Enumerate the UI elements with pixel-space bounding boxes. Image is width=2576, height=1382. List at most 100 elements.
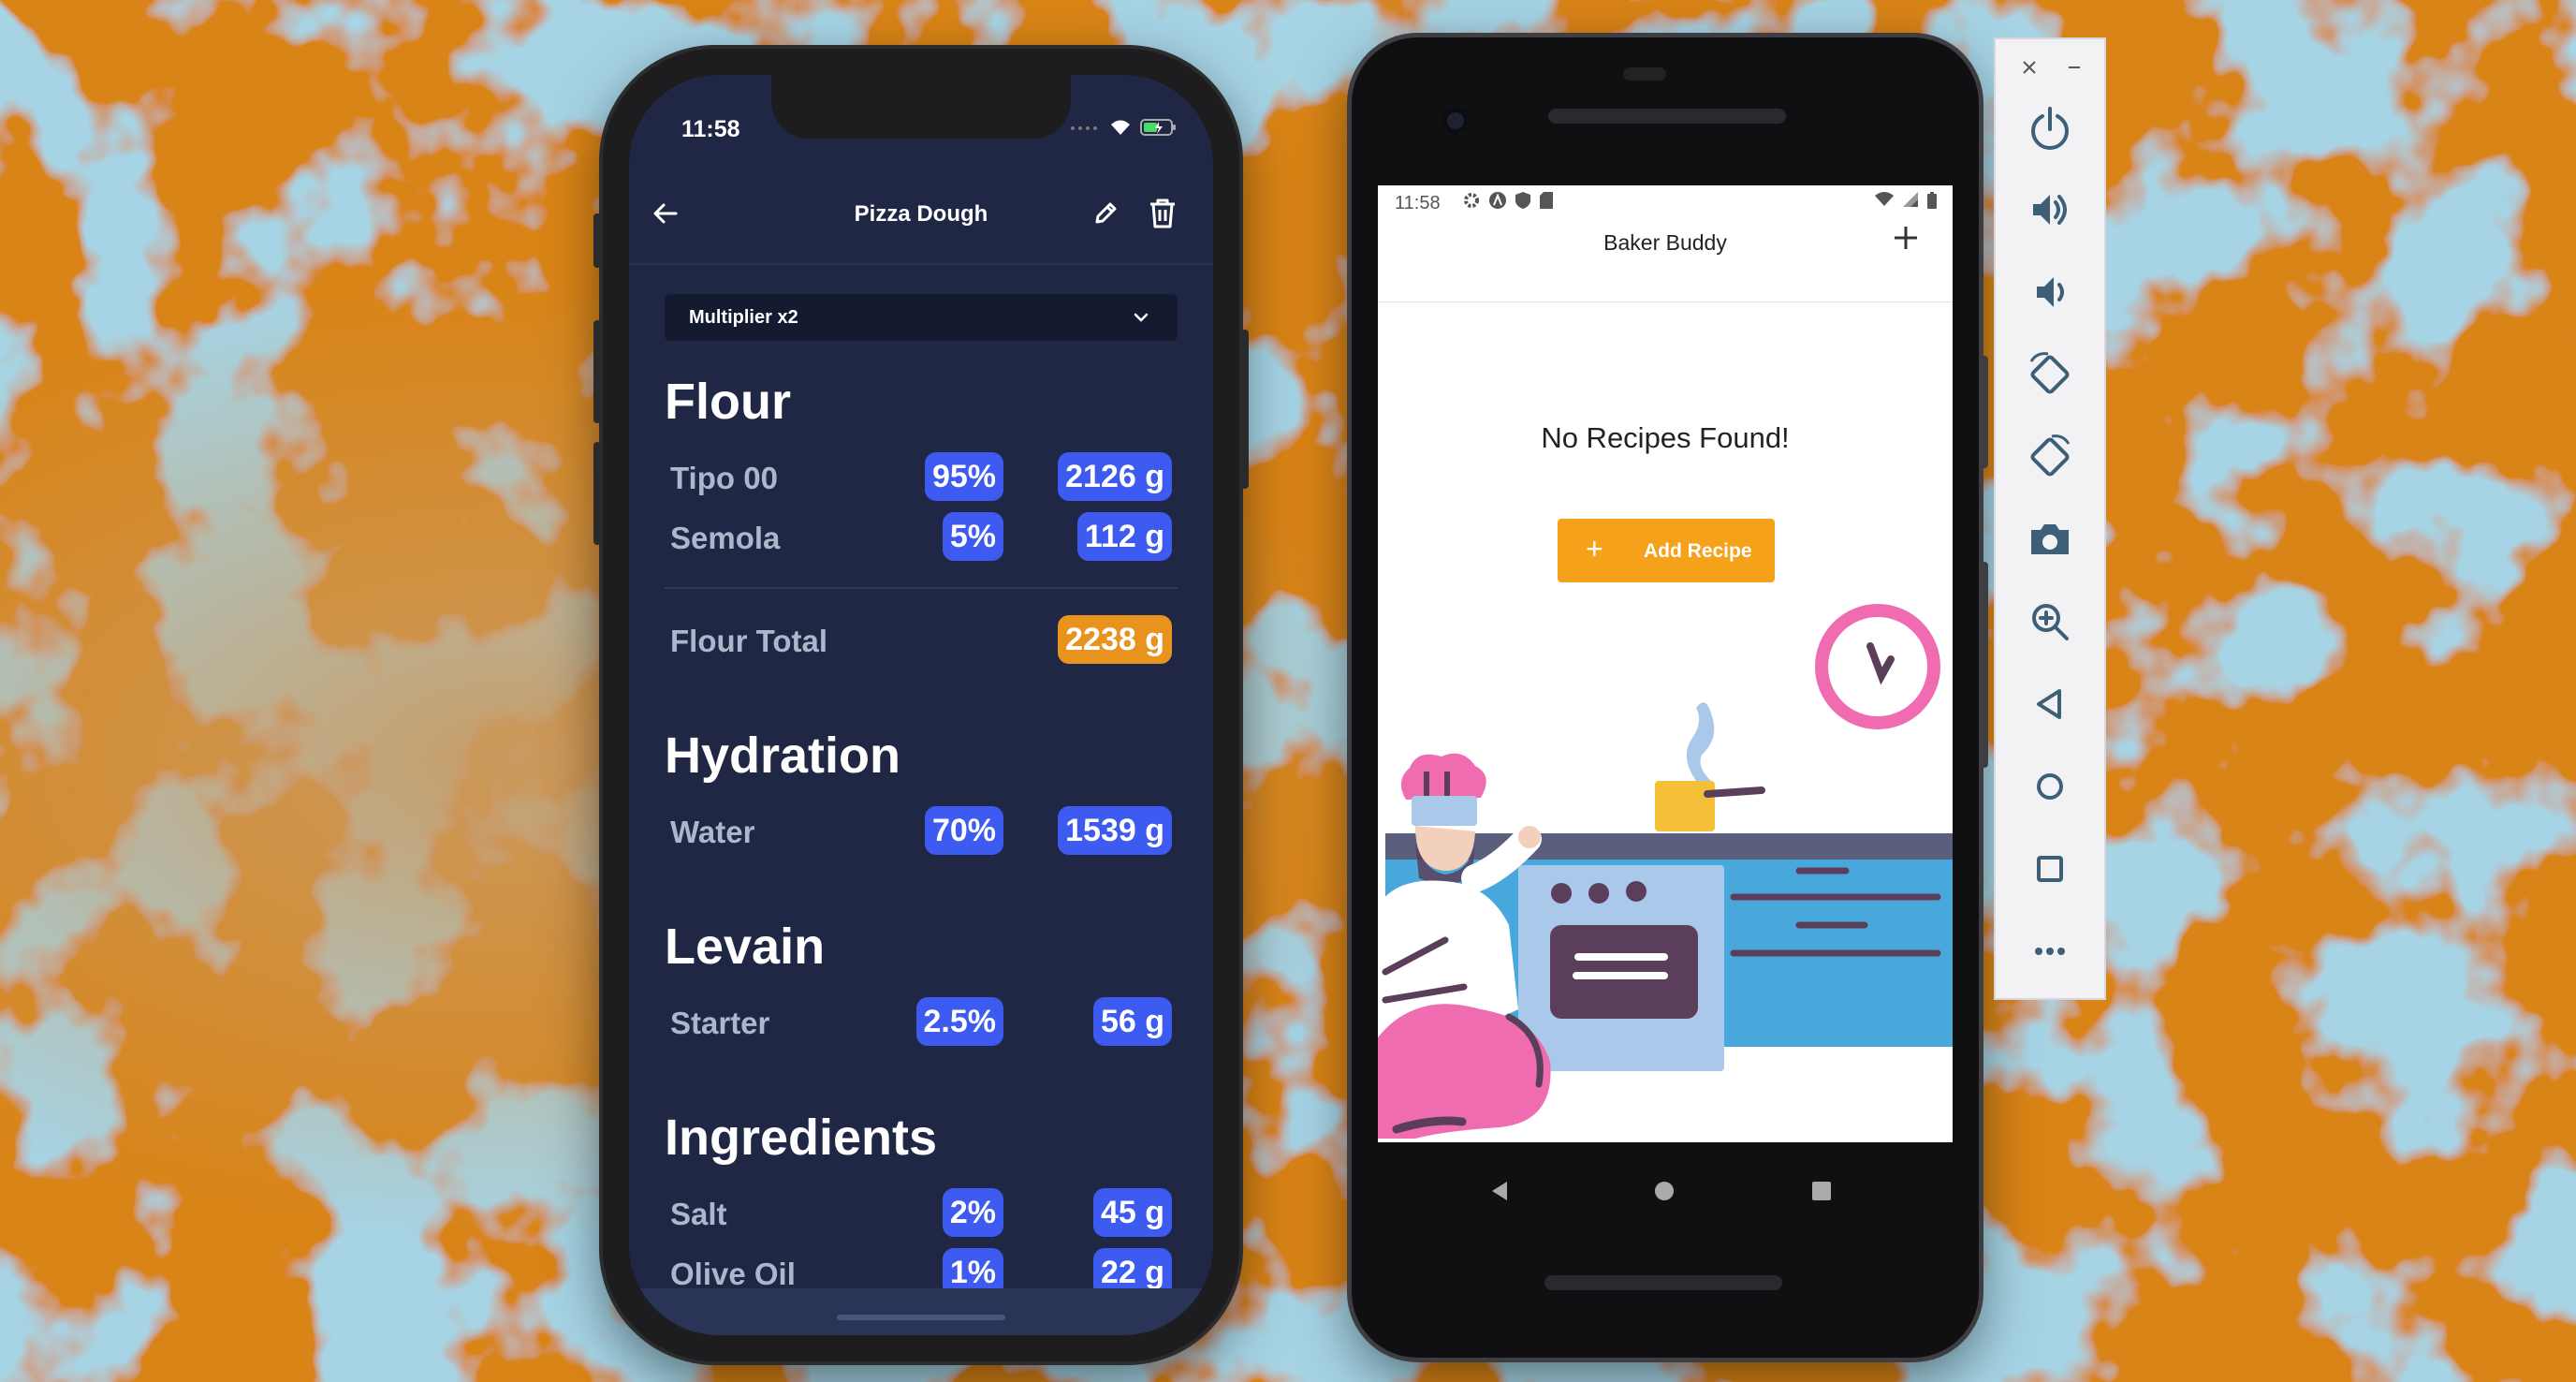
- emulator-toolbar: [1994, 37, 2106, 1000]
- signal-icon: [1071, 126, 1097, 130]
- multiplier-select[interactable]: Multiplier x2: [665, 294, 1178, 341]
- iphone-device: 11:58 Pizza Dough Multiplier x2 Flour Ti…: [593, 49, 1249, 1361]
- add-recipe-label: Add Recipe: [1644, 540, 1752, 562]
- home-icon[interactable]: [2024, 760, 2076, 813]
- rotate-left-icon[interactable]: [2024, 348, 2076, 401]
- app-title: Baker Buddy: [1603, 230, 1727, 255]
- camera-icon[interactable]: [2024, 513, 2076, 566]
- mute-switch: [593, 213, 601, 268]
- front-speaker: [1548, 109, 1786, 124]
- volume-hw-button: [1981, 562, 1988, 768]
- ingredient-name: Water: [670, 815, 755, 849]
- status-time: 11:58: [681, 116, 740, 142]
- add-icon[interactable]: [1891, 223, 1921, 257]
- home-nav-icon[interactable]: [1655, 1182, 1674, 1200]
- overview-nav-icon[interactable]: [1812, 1182, 1831, 1200]
- volume-up-icon[interactable]: [2024, 184, 2076, 236]
- overview-icon[interactable]: [2024, 843, 2076, 895]
- battery-icon: [1927, 192, 1937, 209]
- grams-pill: 1539 g: [1058, 806, 1172, 855]
- empty-state-message: No Recipes Found!: [1541, 421, 1790, 454]
- cell-signal-icon: [1903, 192, 1918, 207]
- app-header: Pizza Dough: [629, 192, 1213, 239]
- recipes-list-screen: 11:58 Baker Buddy No Recipes Found! + Ad…: [1378, 185, 1953, 1142]
- section-title-levain: Levain: [665, 919, 826, 975]
- notification-icons: [1462, 191, 1554, 210]
- grams-pill: 2126 g: [1058, 452, 1172, 501]
- power-hw-button: [1981, 356, 1988, 468]
- pencil-icon[interactable]: [1090, 198, 1121, 234]
- ingredient-row: Salt 2% 45 g: [629, 1185, 1213, 1242]
- ingredient-name: Tipo 00: [670, 461, 778, 495]
- ingredient-row: Water 70% 1539 g: [629, 803, 1213, 860]
- background-texture: [0, 0, 2576, 1382]
- minimize-icon[interactable]: [2067, 60, 2082, 80]
- section-title-hydration: Hydration: [665, 728, 901, 784]
- clock-icon: [1815, 604, 1940, 729]
- plus-icon: +: [1586, 532, 1603, 566]
- trash-icon[interactable]: [1146, 196, 1179, 236]
- row-divider: [665, 587, 1178, 589]
- volume-down-hw-button: [593, 442, 601, 545]
- bottom-speaker: [1544, 1275, 1782, 1290]
- ingredient-row: Starter 2.5% 56 g: [629, 994, 1213, 1051]
- settings-gear-icon: [1464, 193, 1479, 208]
- percent-pill: 2%: [942, 1188, 1003, 1237]
- chevron-down-icon: [1131, 307, 1151, 332]
- grams-pill: 56 g: [1092, 997, 1172, 1046]
- home-indicator[interactable]: [837, 1315, 1005, 1320]
- ingredient-name: Semola: [670, 521, 781, 555]
- bottom-bar: [629, 1288, 1213, 1335]
- front-camera: [1442, 107, 1470, 135]
- system-icons: [1874, 191, 1938, 210]
- power-icon[interactable]: [2024, 101, 2076, 154]
- zoom-icon[interactable]: [2024, 595, 2076, 648]
- page-title: Pizza Dough: [854, 201, 988, 227]
- app-bar-divider: [1378, 301, 1953, 302]
- ingredient-row: Tipo 00 95% 2126 g: [629, 449, 1213, 506]
- more-icon[interactable]: [2024, 925, 2076, 978]
- rotate-right-icon[interactable]: [2024, 431, 2076, 483]
- sd-card-icon: [1540, 192, 1553, 209]
- notch: [771, 75, 1071, 139]
- app-bar: Baker Buddy: [1378, 219, 1953, 266]
- side-hw-button: [1241, 330, 1249, 489]
- wifi-icon: [1875, 192, 1894, 206]
- shield-icon: [1515, 192, 1530, 209]
- a-badge-icon: [1489, 192, 1506, 209]
- status-time: 11:58: [1395, 193, 1441, 213]
- back-nav-icon[interactable]: [1492, 1182, 1507, 1200]
- android-device: 11:58 Baker Buddy No Recipes Found! + Ad…: [1352, 37, 1988, 1358]
- wifi-icon: [1111, 120, 1130, 135]
- percent-pill: 95%: [924, 452, 1003, 501]
- ingredient-name: Starter: [670, 1006, 770, 1040]
- percent-pill: 2.5%: [915, 997, 1003, 1046]
- toolbar-window-controls: [1996, 49, 2104, 86]
- flour-total-label: Flour Total: [670, 624, 828, 658]
- percent-pill: 5%: [942, 512, 1003, 561]
- volume-down-icon[interactable]: [2024, 266, 2076, 318]
- flour-total-pill: 2238 g: [1058, 615, 1172, 664]
- volume-up-hw-button: [593, 320, 601, 423]
- section-title-flour: Flour: [665, 374, 791, 430]
- android-nav-bar: [1492, 1182, 1831, 1200]
- ingredient-name: Olive Oil: [670, 1257, 796, 1291]
- percent-pill: 70%: [924, 806, 1003, 855]
- close-icon[interactable]: [2022, 60, 2037, 80]
- battery-icon: [1140, 119, 1176, 136]
- status-icons: [1069, 118, 1178, 137]
- back-icon[interactable]: [2024, 678, 2076, 730]
- ingredient-name: Salt: [670, 1197, 727, 1231]
- add-recipe-button[interactable]: + Add Recipe: [1558, 519, 1775, 582]
- earpiece-top: [1623, 67, 1666, 81]
- flour-total-row: Flour Total 2238 g: [629, 612, 1213, 669]
- ingredient-row: Semola 5% 112 g: [629, 509, 1213, 566]
- grams-pill: 112 g: [1076, 512, 1172, 561]
- chef-kitchen-illustration: [1378, 604, 1953, 1139]
- grams-pill: 45 g: [1092, 1188, 1172, 1237]
- header-divider: [629, 263, 1213, 265]
- recipe-detail-screen: 11:58 Pizza Dough Multiplier x2 Flour Ti…: [629, 75, 1213, 1335]
- multiplier-label: Multiplier x2: [689, 307, 798, 328]
- section-title-ingredients: Ingredients: [665, 1110, 938, 1166]
- android-status-bar: 11:58: [1378, 185, 1953, 219]
